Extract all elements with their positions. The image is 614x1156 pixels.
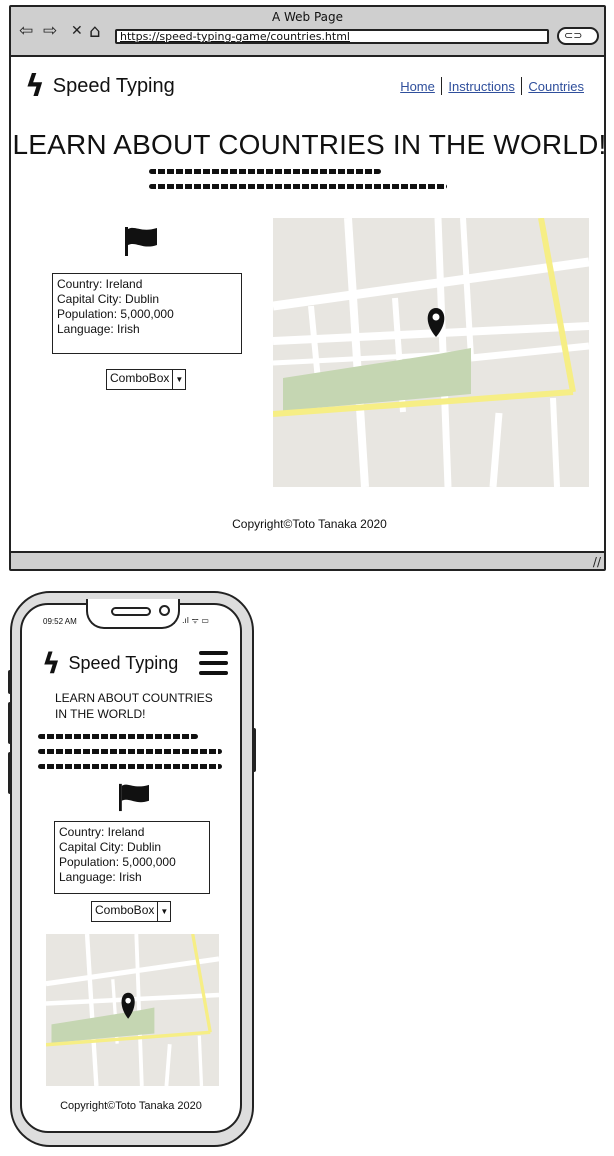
capital-city: Capital City: Dublin: [57, 292, 160, 306]
lightning-bolt-icon: ϟ: [25, 69, 45, 104]
phone-camera: [159, 605, 170, 616]
language: Language: Irish: [57, 322, 140, 336]
placeholder-text-line: [38, 734, 198, 739]
lightning-bolt-icon: ϟ: [42, 647, 61, 680]
placeholder-text-line: [38, 764, 222, 769]
phone-speaker: [111, 607, 151, 616]
nav-link-countries[interactable]: Countries: [528, 79, 584, 94]
signal-wifi-battery-icon: .ıl ᯤ ▭: [182, 616, 209, 625]
chevron-down-icon[interactable]: ▼: [172, 370, 185, 389]
url-bar[interactable]: https://speed-typing-game/countries.html: [115, 29, 549, 44]
placeholder-text-line: [149, 169, 381, 174]
combobox-label: ComboBox: [110, 371, 170, 385]
country-name: Country: Ireland: [57, 277, 143, 291]
forward-arrow-icon[interactable]: ⇨: [43, 23, 57, 40]
logo-text: Speed Typing: [52, 75, 175, 97]
logo-text: Speed Typing: [68, 653, 179, 673]
footer-copyright: Copyright©Toto Tanaka 2020: [60, 1100, 202, 1112]
population: Population: 5,000,000: [57, 307, 174, 321]
chevron-down-icon[interactable]: ▼: [157, 902, 170, 921]
browser-status-bar: //: [11, 551, 604, 569]
browser-toolbar: A Web Page ⇦ ⇨ ✕ ⌂ https://speed-typing-…: [11, 7, 604, 57]
country-name: Country: Ireland: [59, 825, 145, 839]
back-arrow-icon[interactable]: ⇦: [19, 23, 33, 40]
page-heading: LEARN ABOUT COUNTRIES IN THE WORLD!: [12, 129, 607, 160]
search-field[interactable]: ⊂⊃: [557, 27, 599, 45]
resize-grip-icon[interactable]: //: [593, 555, 601, 569]
nav-divider: [440, 77, 443, 95]
country-info-box: Country: Ireland Capital City: Dublin Po…: [52, 273, 242, 354]
mobile-site-logo[interactable]: ϟ Speed Typing: [42, 647, 178, 680]
map-view[interactable]: [46, 934, 219, 1086]
footer-copyright: Copyright©Toto Tanaka 2020: [232, 517, 387, 531]
phone-side-button: [8, 670, 12, 694]
language: Language: Irish: [59, 870, 142, 884]
close-icon[interactable]: ✕: [71, 23, 83, 40]
search-icon: ⊂⊃: [564, 29, 583, 42]
phone-volume-button: [8, 702, 12, 744]
hamburger-menu-icon[interactable]: [199, 651, 228, 681]
site-logo[interactable]: ϟ Speed Typing: [25, 69, 175, 104]
nav-link-instructions[interactable]: Instructions: [448, 79, 514, 94]
placeholder-text-line: [149, 184, 447, 189]
country-combobox[interactable]: ComboBox ▼: [91, 901, 172, 922]
flag-icon: [125, 227, 157, 256]
flag-icon: [119, 783, 149, 812]
country-combobox[interactable]: ComboBox ▼: [106, 369, 187, 390]
population: Population: 5,000,000: [59, 855, 176, 869]
map-view[interactable]: [273, 218, 589, 487]
country-info-box: Country: Ireland Capital City: Dublin Po…: [54, 821, 210, 894]
phone-volume-button: [8, 752, 12, 794]
browser-window: A Web Page ⇦ ⇨ ✕ ⌂ https://speed-typing-…: [9, 5, 606, 571]
combobox-label: ComboBox: [95, 903, 155, 917]
nav-link-home[interactable]: Home: [400, 79, 435, 94]
top-nav: Home Instructions Countries: [400, 77, 584, 95]
status-bar-time: 09:52 AM: [43, 617, 77, 626]
nav-divider: [520, 77, 523, 95]
phone-power-button: [252, 728, 256, 772]
placeholder-text-line: [38, 749, 222, 754]
capital-city: Capital City: Dublin: [59, 840, 162, 854]
home-icon[interactable]: ⌂: [89, 23, 100, 41]
mobile-page-heading: LEARN ABOUT COUNTRIES IN THE WORLD!: [55, 691, 213, 721]
